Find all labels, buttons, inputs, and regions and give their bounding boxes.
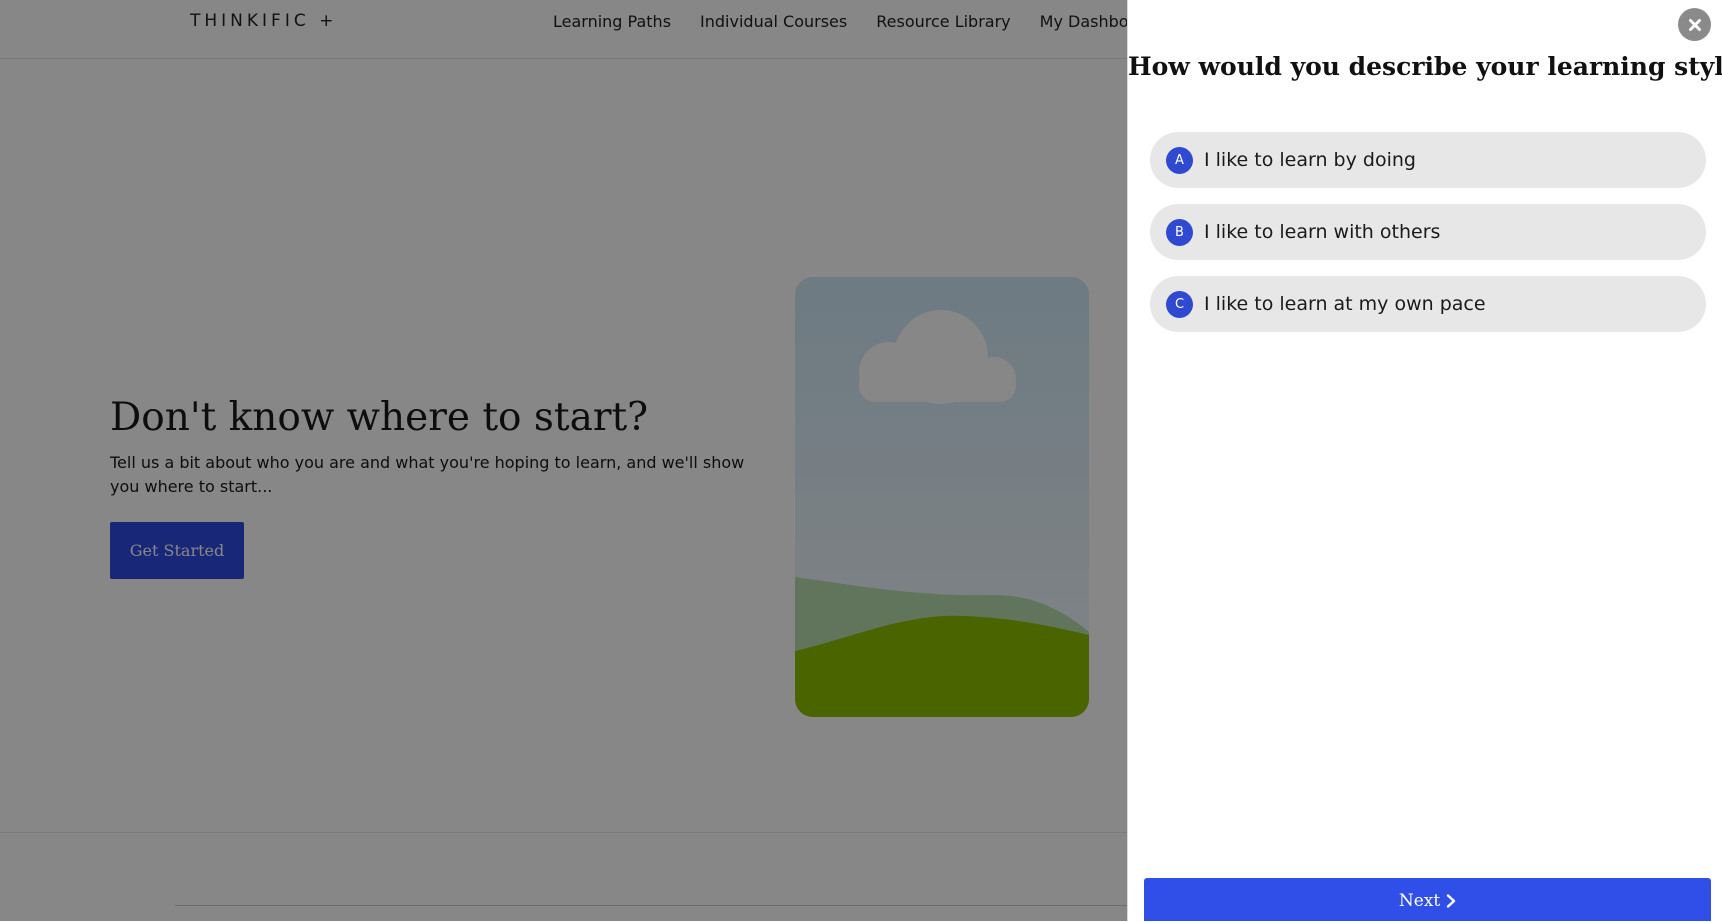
close-icon [1688, 18, 1701, 31]
option-label: I like to learn at my own pace [1204, 293, 1486, 315]
chevron-right-icon [1446, 894, 1456, 908]
answer-option-a[interactable]: A I like to learn by doing [1150, 132, 1706, 188]
next-button-label: Next [1398, 891, 1441, 911]
option-letter-badge: B [1166, 218, 1193, 246]
option-label: I like to learn with others [1204, 221, 1441, 243]
close-button[interactable] [1678, 8, 1711, 41]
answer-option-c[interactable]: C I like to learn at my own pace [1150, 276, 1706, 332]
quiz-question: How would you describe your learning sty… [1128, 52, 1722, 81]
modal-overlay[interactable] [0, 0, 1127, 921]
answer-option-b[interactable]: B I like to learn with others [1150, 204, 1706, 260]
option-letter-badge: C [1166, 290, 1193, 318]
next-button[interactable]: Next [1144, 878, 1711, 921]
answer-options: A I like to learn by doing B I like to l… [1150, 132, 1706, 348]
option-label: I like to learn by doing [1204, 149, 1416, 171]
option-letter-badge: A [1166, 146, 1193, 174]
quiz-panel: How would you describe your learning sty… [1127, 0, 1722, 921]
